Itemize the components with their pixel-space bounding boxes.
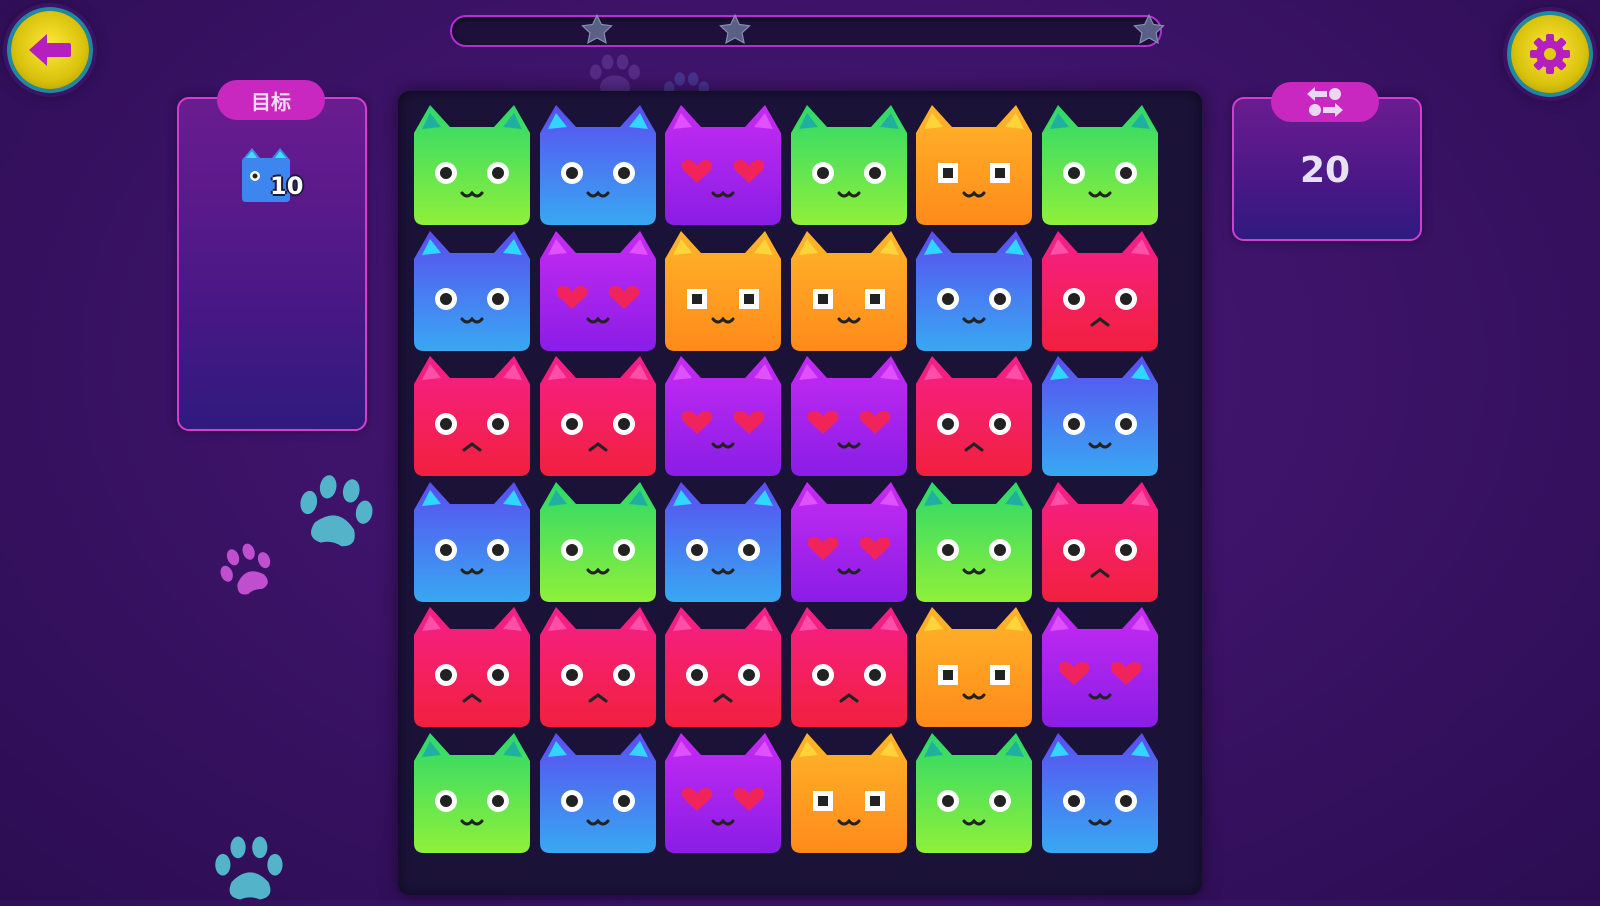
blue-cat-tile[interactable] [1038, 731, 1162, 855]
blue-cat-tile[interactable] [536, 103, 660, 227]
star-1-icon [581, 13, 613, 44]
score-progress-bar [450, 13, 1165, 47]
moves-remaining: 20 [1299, 150, 1351, 191]
orange-cat-tile[interactable] [661, 229, 785, 353]
red-cat-tile[interactable] [410, 605, 534, 729]
purple-cat-tile[interactable] [787, 354, 911, 478]
red-cat-tile[interactable] [787, 605, 911, 729]
blue-cat-tile[interactable] [661, 480, 785, 604]
red-cat-tile[interactable] [536, 354, 660, 478]
star-3-icon [1133, 13, 1165, 44]
blue-cat-tile[interactable] [410, 480, 534, 604]
purple-cat-tile[interactable] [661, 103, 785, 227]
purple-cat-tile[interactable] [661, 354, 785, 478]
purple-cat-tile[interactable] [536, 229, 660, 353]
paw-print-icon [300, 475, 373, 547]
blue-cat-tile[interactable] [536, 731, 660, 855]
star-2-icon [719, 13, 751, 44]
paw-print-icon [220, 543, 271, 595]
orange-cat-tile[interactable] [787, 731, 911, 855]
red-cat-tile[interactable] [661, 605, 785, 729]
green-cat-tile[interactable] [1038, 103, 1162, 227]
blue-cat-tile[interactable] [912, 229, 1036, 353]
goal-target-count: 10 [270, 172, 304, 200]
green-cat-tile[interactable] [536, 480, 660, 604]
purple-cat-tile[interactable] [787, 480, 911, 604]
back-button[interactable] [11, 11, 89, 89]
orange-cat-tile[interactable] [912, 605, 1036, 729]
orange-cat-tile[interactable] [787, 229, 911, 353]
moves-header [1271, 82, 1379, 122]
settings-button[interactable] [1511, 15, 1589, 93]
blue-cat-tile[interactable] [1038, 354, 1162, 478]
blue-cat-tile[interactable] [410, 229, 534, 353]
arrow-left-icon [29, 34, 71, 66]
paw-print-icon [215, 836, 283, 900]
orange-cat-tile[interactable] [912, 103, 1036, 227]
green-cat-tile[interactable] [787, 103, 911, 227]
purple-cat-tile[interactable] [661, 731, 785, 855]
red-cat-tile[interactable] [1038, 229, 1162, 353]
green-cat-tile[interactable] [410, 731, 534, 855]
gear-icon [1530, 34, 1570, 74]
red-cat-tile[interactable] [536, 605, 660, 729]
red-cat-tile[interactable] [410, 354, 534, 478]
purple-cat-tile[interactable] [1038, 605, 1162, 729]
game-board [398, 91, 1202, 895]
green-cat-tile[interactable] [912, 731, 1036, 855]
red-cat-tile[interactable] [912, 354, 1036, 478]
green-cat-tile[interactable] [410, 103, 534, 227]
green-cat-tile[interactable] [912, 480, 1036, 604]
swap-icon [1307, 87, 1343, 117]
goal-title: 目标 [217, 80, 325, 120]
red-cat-tile[interactable] [1038, 480, 1162, 604]
